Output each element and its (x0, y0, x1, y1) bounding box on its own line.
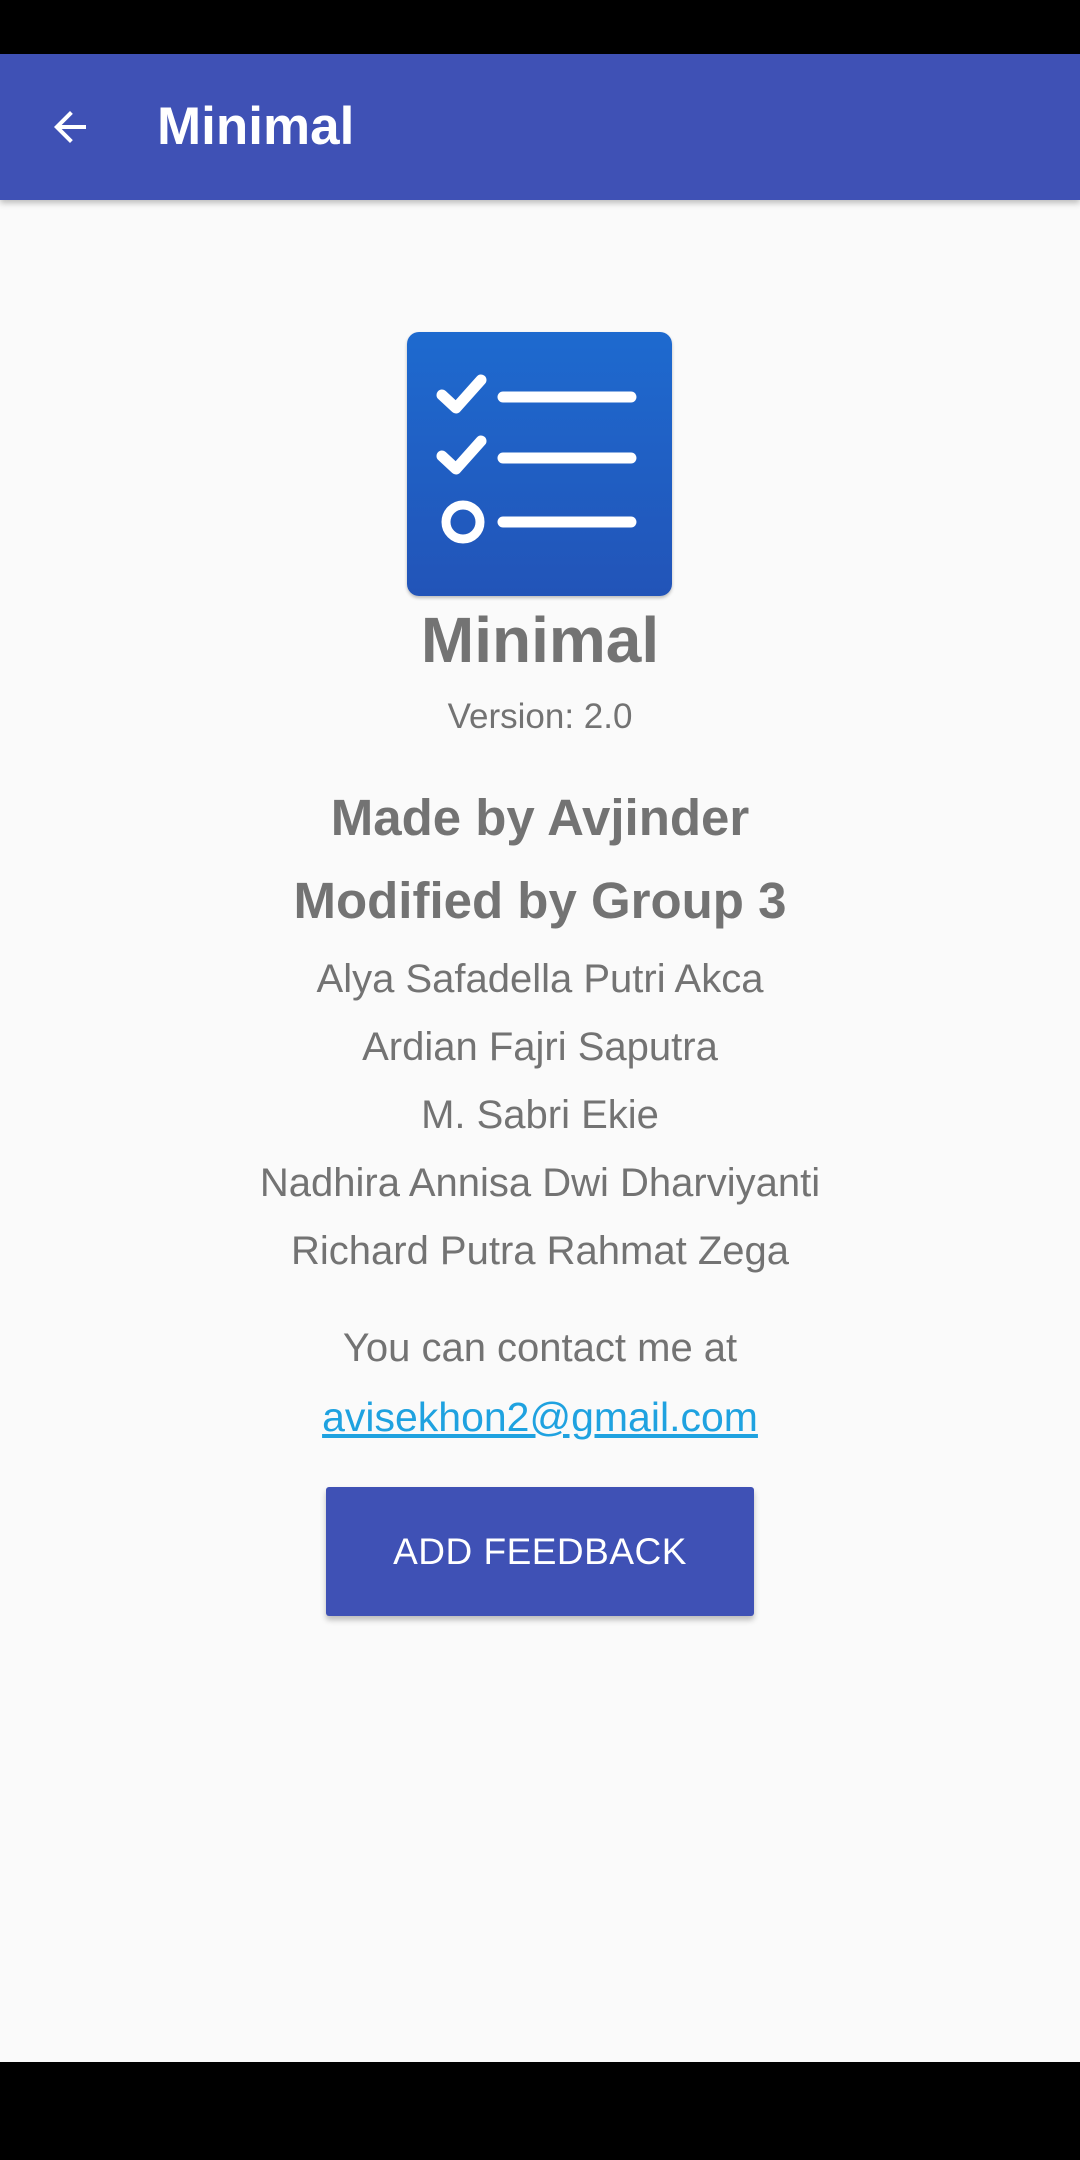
member-name: Alya Safadella Putri Akca (316, 957, 764, 1001)
member-name: M. Sabri Ekie (421, 1093, 659, 1137)
back-button[interactable] (28, 85, 112, 169)
email-link[interactable]: avisekhon2@gmail.com (322, 1394, 758, 1440)
app-bar: Minimal (0, 54, 1080, 200)
checklist-icon (407, 332, 672, 596)
about-content: Minimal Version: 2.0 Made by Avjinder Mo… (0, 200, 1080, 2062)
app-version: Version: 2.0 (447, 697, 633, 736)
member-name: Ardian Fajri Saputra (362, 1025, 718, 1069)
app-name: Minimal (420, 604, 660, 676)
member-name: Nadhira Annisa Dwi Dharviyanti (259, 1161, 821, 1205)
app-bar-title: Minimal (157, 97, 355, 156)
contact-text: You can contact me at (342, 1326, 738, 1370)
add-feedback-button[interactable]: ADD FEEDBACK (326, 1487, 754, 1616)
member-name: Richard Putra Rahmat Zega (290, 1229, 789, 1273)
arrow-back-icon (54, 111, 86, 143)
navigation-bar (0, 2062, 1080, 2160)
status-bar (0, 0, 1080, 54)
email-row: avisekhon2@gmail.com (0, 1386, 1080, 1448)
modified-by-text: Modified by Group 3 (293, 872, 787, 929)
made-by-text: Made by Avjinder (330, 789, 750, 846)
